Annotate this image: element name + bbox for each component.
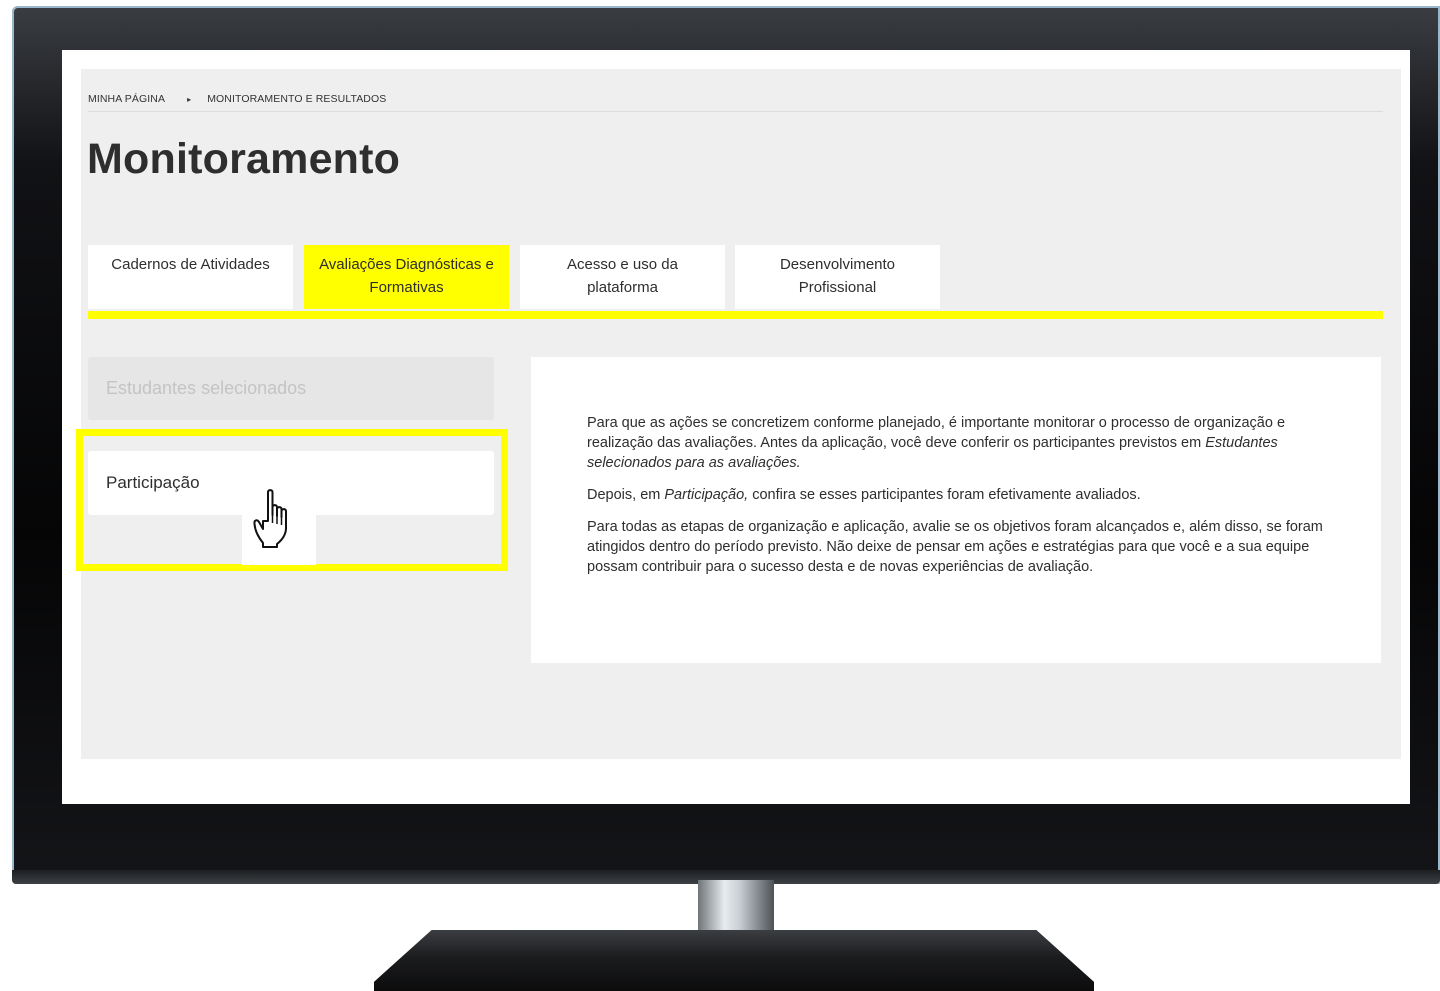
tab-avaliacoes-diagnosticas[interactable]: Avaliações Diagnósticas e Formativas [304, 245, 509, 309]
tab-label: Acesso e uso da [567, 256, 678, 273]
tab-label: Avaliações Diagnósticas e [319, 256, 494, 273]
monitor-stand-base [374, 930, 1094, 991]
monitor-screen: MINHA PÁGINA ▸ MONITORAMENTO E RESULTADO… [62, 50, 1410, 804]
paragraph-1: Para que as ações se concretizem conform… [587, 413, 1332, 473]
breadcrumb: MINHA PÁGINA ▸ MONITORAMENTO E RESULTADO… [88, 93, 1383, 112]
tab-acesso-e-uso[interactable]: Acesso e uso da plataforma [520, 245, 725, 309]
tab-label: Cadernos de Atividades [111, 256, 270, 273]
tab-label: Profissional [798, 279, 877, 296]
tab-label: Desenvolvimento [779, 256, 896, 273]
tab-label: Formativas [369, 279, 444, 296]
page-title: Monitoramento [87, 135, 401, 183]
hand-pointer-icon [253, 489, 287, 548]
paragraph-2: Depois, em Participação, confira se esse… [587, 485, 1332, 505]
page-content: MINHA PÁGINA ▸ MONITORAMENTO E RESULTADO… [76, 69, 1401, 759]
paragraph-2-text-start: Depois, em [587, 487, 665, 503]
breadcrumb-home[interactable]: MINHA PÁGINA [88, 93, 165, 105]
paragraph-3: Para todas as etapas de organização e ap… [587, 519, 1323, 575]
breadcrumb-current: MONITORAMENTO E RESULTADOS [207, 93, 387, 105]
breadcrumb-separator-icon: ▸ [187, 95, 192, 104]
sidebar-item-estudantes-selecionados: Estudantes selecionados [88, 357, 494, 420]
tab-desenvolvimento-profissional[interactable]: Desenvolvimento Profissional [735, 245, 940, 309]
info-panel-text: Para que as ações se concretizem conform… [587, 413, 1332, 589]
tab-label: plataforma [587, 279, 658, 296]
paragraph-2-text-end: confira se esses participantes foram efe… [748, 487, 1141, 503]
paragraph-2-italic: Participação, [664, 487, 749, 503]
tab-cadernos-de-atividades[interactable]: Cadernos de Atividades [88, 245, 293, 309]
paragraph-1-text: Para que as ações se concretizem conform… [587, 415, 1286, 451]
info-panel: Para que as ações se concretizem conform… [531, 357, 1381, 663]
tab-active-underline [88, 311, 1383, 319]
